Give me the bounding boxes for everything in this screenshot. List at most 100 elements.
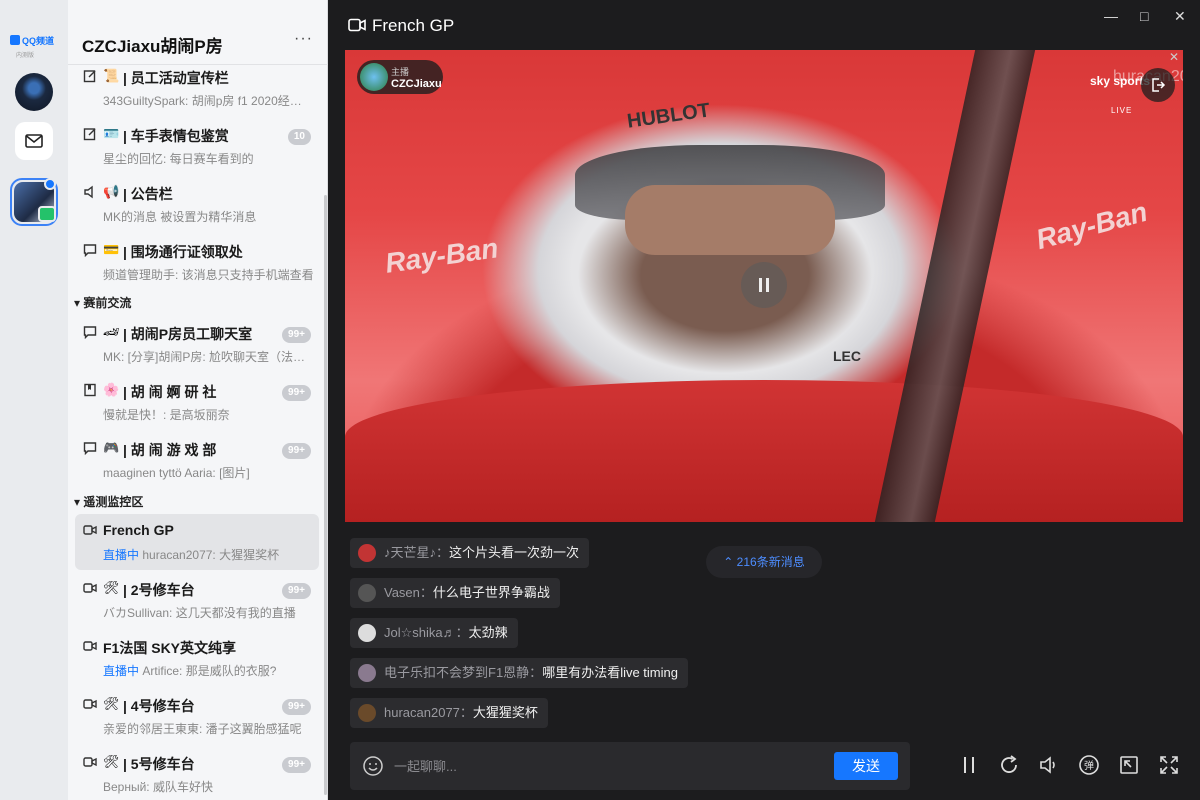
chat-message: 电子乐扣不会梦到F1恩静：哪里有办法看live timing <box>350 658 688 688</box>
send-button[interactable]: 发送 <box>834 752 898 780</box>
section-header[interactable]: ▾ 遥测监控区 <box>74 493 143 510</box>
user-avatar[interactable] <box>358 544 376 562</box>
unread-count-badge: 10 <box>287 129 311 145</box>
user-avatar[interactable] <box>358 664 376 682</box>
author-separator: ： <box>419 585 433 600</box>
picture-in-picture-button[interactable] <box>1116 752 1142 778</box>
chevron-down-icon: ▾ <box>74 495 81 509</box>
logo-subtext: 内测版 <box>16 53 35 59</box>
channel-subtitle: MK: [分享]胡闹P房: 尬吹聊天室（法… <box>103 350 306 364</box>
unread-count-badge: 99+ <box>282 327 311 343</box>
channel-title: | 围场通行证领取处 <box>123 244 243 260</box>
last-message: huracan2077: 大猩猩奖杯 <box>142 548 280 562</box>
channel-title: French GP <box>103 522 174 538</box>
channel-item[interactable]: 📢 | 公告栏 MK的消息 被设置为精华消息 <box>75 176 319 232</box>
qq-channel-logo[interactable]: QQ频道 内测版 <box>10 34 58 59</box>
danmaku-icon: 弹 <box>1079 755 1099 775</box>
mail-button[interactable] <box>15 122 53 160</box>
pause-bar-right <box>766 278 769 292</box>
channel-item[interactable]: 🌸 | 胡 闹 婀 研 社慢就是快！: 是高坂丽奈 99+ <box>75 374 319 430</box>
user-avatar[interactable] <box>358 704 376 722</box>
exit-fullscreen-button[interactable] <box>1141 68 1175 102</box>
video-text-rayban-right: Ray-Ban <box>1032 195 1151 256</box>
channel-item[interactable]: 🏎 | 胡闹P房员工聊天室 MK: [分享]胡闹P房: 尬吹聊天室（法… 99+ <box>75 316 319 372</box>
chevron-down-icon: ▾ <box>74 296 81 310</box>
channel-item[interactable]: 💳 | 围场通行证领取处 频道管理助手: 该消息只支持手机端查看 <box>75 234 319 290</box>
volume-button[interactable] <box>1036 752 1062 778</box>
minimize-button[interactable]: — <box>1104 8 1118 24</box>
user-avatar[interactable] <box>358 624 376 642</box>
pause-control-button[interactable] <box>956 752 982 778</box>
fullscreen-icon <box>1160 756 1178 774</box>
message-author[interactable]: 电子乐扣不会梦到F1恩静 <box>384 665 529 680</box>
volume-icon <box>1040 756 1055 774</box>
author-separator: ： <box>436 545 450 560</box>
section-header[interactable]: ▾ 赛前交流 <box>74 294 131 311</box>
edit-icon <box>83 69 97 83</box>
channel-subtitle: 亲爱的邻居王東東: 潘子这翼胎感猛呢 <box>103 722 302 736</box>
video-close-icon[interactable]: ✕ <box>1169 50 1179 64</box>
svg-text:弹: 弹 <box>1084 759 1094 772</box>
channel-item[interactable]: F1法国 SKY英文纯享 直播中 Artifice: 那是威队的衣服? <box>75 630 319 686</box>
channel-emoji: 🌸 <box>103 382 120 397</box>
channel-item[interactable]: French GP 直播中 huracan2077: 大猩猩奖杯 <box>75 514 319 570</box>
channel-title: | 胡闹P房员工聊天室 <box>123 326 253 342</box>
video-player[interactable]: HUBLOT Ray-Ban Ray-Ban LEC huracan2077 s… <box>345 50 1183 522</box>
channel-subtitle: 直播中 huracan2077: 大猩猩奖杯 <box>103 546 315 563</box>
channel-item[interactable]: 🪪 | 车手表情包鉴赏 星尘的回忆: 每日赛车看到的 10 <box>75 118 319 174</box>
mail-icon <box>25 134 43 148</box>
pause-bar-left <box>759 278 762 292</box>
message-author[interactable]: Jol☆shika♬ <box>384 625 456 640</box>
channel-title: French GP <box>348 16 454 36</box>
chat-message: Jol☆shika♬：太劲辣 <box>350 618 518 648</box>
video-text-lec: LEC <box>833 348 861 364</box>
chat-input[interactable] <box>394 756 754 776</box>
user-avatar[interactable] <box>358 584 376 602</box>
host-name: CZCJiaxu <box>391 78 442 90</box>
close-window-button[interactable]: ✕ <box>1174 8 1186 25</box>
channel-emoji: 🏎 <box>103 324 120 339</box>
channel-item[interactable]: 🛠 | 4号修车台 亲爱的邻居王東東: 潘子这翼胎感猛呢 99+ <box>75 688 319 744</box>
channel-title: | 胡 闹 游 戏 部 <box>123 442 217 458</box>
message-text: 大猩猩奖杯 <box>472 705 538 720</box>
chat-message: huracan2077：大猩猩奖杯 <box>350 698 548 728</box>
message-author[interactable]: huracan2077 <box>384 705 460 720</box>
message-author[interactable]: ♪天芒星♪ <box>384 545 436 560</box>
refresh-button[interactable] <box>996 752 1022 778</box>
channel-emoji: 💳 <box>103 242 120 257</box>
chat-icon <box>83 325 97 340</box>
guild-avatar-1[interactable] <box>15 73 53 111</box>
channel-title: | 5号修车台 <box>123 756 195 772</box>
new-messages-button[interactable]: ⌃ 216条新消息 <box>706 546 822 578</box>
message-author[interactable]: Vasen <box>384 585 420 600</box>
channel-subtitle: 星尘的回忆: 每日赛车看到的 <box>103 152 254 166</box>
channel-item[interactable]: 📜 | 员工活动宣传栏 343GuiltySpark: 胡闹p房 f1 2020经… <box>75 60 319 116</box>
host-label: 主播 <box>391 67 410 77</box>
host-badge[interactable]: 主播 CZCJiaxu <box>357 60 443 94</box>
sidebar-scrollbar[interactable] <box>324 195 327 795</box>
guild-name[interactable]: CZCJiaxu胡闹P房 <box>82 32 223 57</box>
message-text: 什么电子世界争霸战 <box>432 585 550 600</box>
channel-item[interactable]: 🎮 | 胡 闹 游 戏 部 maaginen tyttö Aaria: [图片] 99… <box>75 432 319 488</box>
danmaku-button[interactable]: 弹 <box>1076 752 1102 778</box>
maximize-button[interactable]: □ <box>1140 8 1148 24</box>
video-channel-icon <box>348 18 366 32</box>
video-icon <box>83 639 97 653</box>
emoji-icon[interactable] <box>362 755 384 777</box>
guild-rail: QQ频道 内测版 <box>0 0 68 800</box>
channel-subtitle: バカSullivan: 这几天都没有我的直播 <box>103 606 296 620</box>
fullscreen-button[interactable] <box>1156 752 1182 778</box>
logo-badge-icon <box>10 35 20 45</box>
broadcaster-live-tag: LIVE <box>1111 106 1133 115</box>
channel-title: | 员工活动宣传栏 <box>123 70 229 86</box>
more-options-button[interactable]: ··· <box>294 30 313 48</box>
unread-count-badge: 99+ <box>282 583 311 599</box>
channel-title: | 公告栏 <box>123 186 173 202</box>
pause-overlay-button[interactable] <box>741 262 787 308</box>
channel-title: | 车手表情包鉴赏 <box>123 128 229 144</box>
chat-input-bar: 发送 <box>350 742 910 790</box>
channel-item[interactable]: 🛠 | 2号修车台 バカSullivan: 这几天都没有我的直播 99+ <box>75 572 319 628</box>
speaker-icon <box>83 185 97 199</box>
author-separator: ： <box>529 665 543 680</box>
channel-item[interactable]: 🛠 | 5号修车台 Верный: 威队车好快 99+ <box>75 746 319 800</box>
